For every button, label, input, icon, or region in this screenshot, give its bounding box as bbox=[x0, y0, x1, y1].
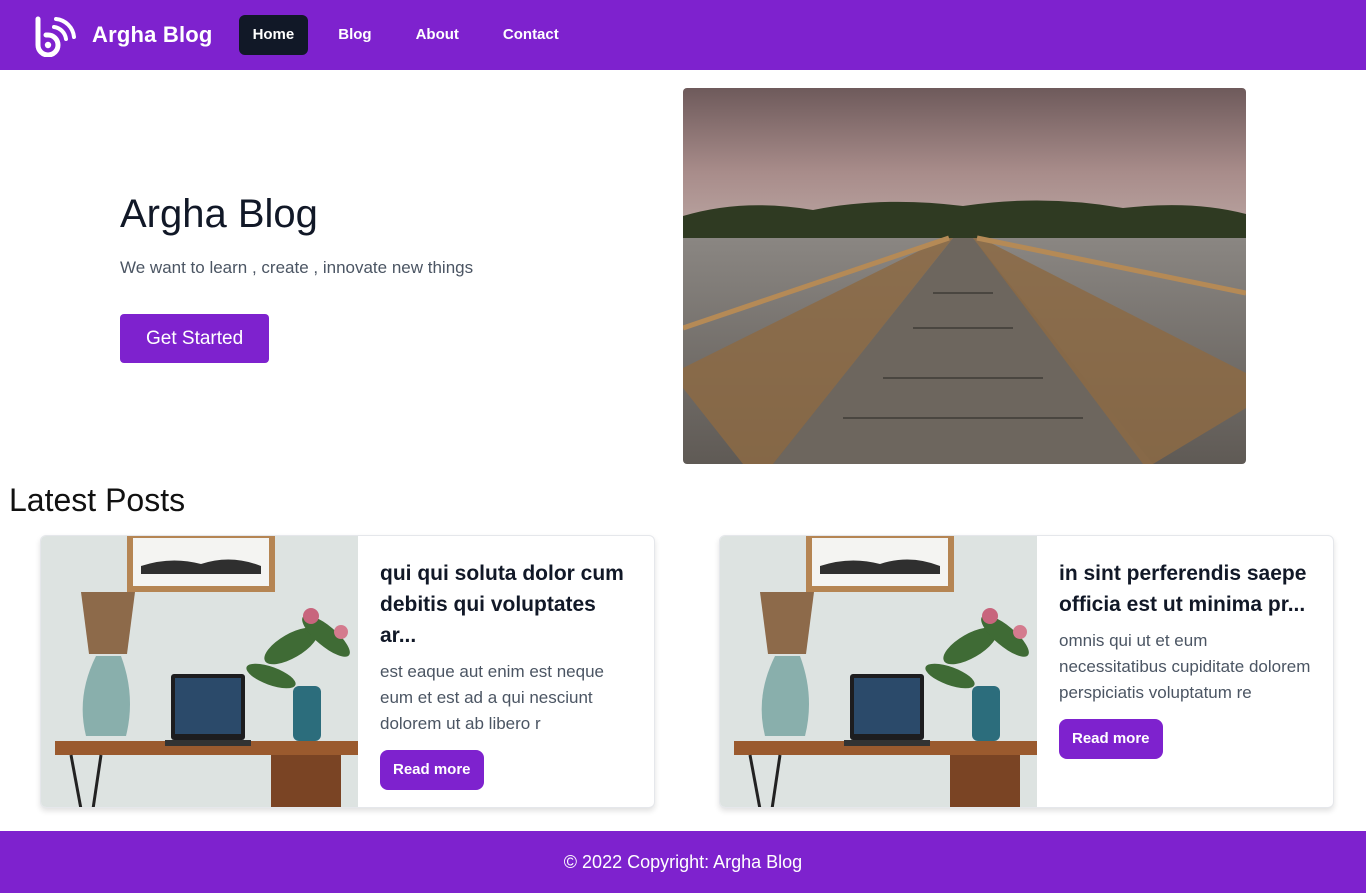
post-image bbox=[41, 536, 358, 807]
nav-about[interactable]: About bbox=[402, 15, 473, 55]
footer: © 2022 Copyright: Argha Blog bbox=[0, 831, 1366, 893]
post-body: in sint perferendis saepe officia est ut… bbox=[1037, 536, 1333, 807]
hero-title: Argha Blog bbox=[120, 192, 318, 236]
read-more-button[interactable]: Read more bbox=[380, 750, 484, 790]
post-excerpt: est eaque aut enim est neque eum et est … bbox=[380, 662, 604, 733]
nav-home[interactable]: Home bbox=[238, 15, 309, 55]
rss-b-logo-icon bbox=[35, 16, 76, 57]
brand[interactable]: Argha Blog bbox=[34, 13, 213, 57]
nav-contact[interactable]: Contact bbox=[489, 15, 573, 55]
get-started-button[interactable]: Get Started bbox=[120, 314, 270, 363]
bridge-photo bbox=[683, 88, 1246, 464]
hero-image bbox=[683, 88, 1246, 464]
main-nav: Home Blog About Contact bbox=[238, 15, 589, 55]
hero-section: Argha Blog We want to learn , create , i… bbox=[120, 190, 600, 363]
read-more-button[interactable]: Read more bbox=[1059, 719, 1163, 759]
post-title[interactable]: in sint perferendis saepe officia est ut… bbox=[1059, 558, 1313, 620]
post-image bbox=[720, 536, 1037, 807]
post-card: qui qui soluta dolor cum debitis qui vol… bbox=[40, 535, 655, 808]
post-card: in sint perferendis saepe officia est ut… bbox=[719, 535, 1334, 808]
nav-blog[interactable]: Blog bbox=[324, 15, 385, 55]
brand-name[interactable]: Argha Blog bbox=[92, 22, 213, 48]
post-excerpt: omnis qui ut et eum necessitatibus cupid… bbox=[1059, 631, 1311, 702]
post-body: qui qui soluta dolor cum debitis qui vol… bbox=[358, 536, 654, 807]
copyright-text: © 2022 Copyright: Argha Blog bbox=[563, 851, 803, 872]
post-title[interactable]: qui qui soluta dolor cum debitis qui vol… bbox=[380, 558, 634, 651]
latest-posts-heading: Latest Posts bbox=[9, 482, 186, 518]
navbar: Argha Blog Home Blog About Contact bbox=[0, 0, 1366, 70]
desk-photo bbox=[41, 536, 358, 807]
hero-subtitle: We want to learn , create , innovate new… bbox=[120, 258, 474, 277]
desk-photo bbox=[720, 536, 1037, 807]
